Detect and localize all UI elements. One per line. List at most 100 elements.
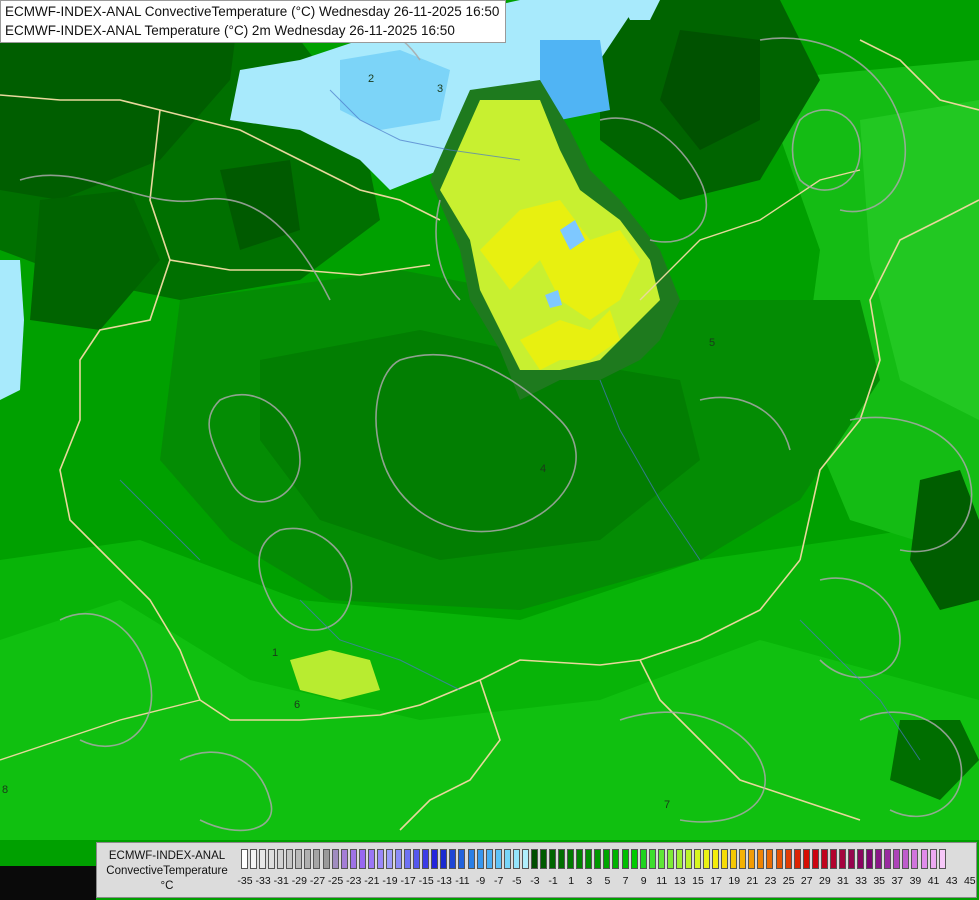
legend-tick-label: -13 (436, 875, 452, 887)
legend-swatch (748, 849, 756, 869)
legend-swatch (512, 849, 520, 869)
legend-tick-label: 33 (855, 875, 867, 887)
map-title-box: ECMWF-INDEX-ANAL ConvectiveTemperature (… (0, 0, 507, 43)
legend-swatch (820, 849, 828, 869)
legend-swatch (929, 849, 937, 869)
legend-swatch (911, 849, 919, 869)
contour-label-5: 5 (709, 337, 715, 349)
legend-swatch (322, 849, 330, 869)
legend-swatch (286, 849, 294, 869)
legend-swatch (367, 849, 375, 869)
legend-tick-label: 7 (622, 875, 629, 887)
legend-tick-label: -9 (475, 875, 486, 887)
legend-tick-label: 31 (837, 875, 849, 887)
legend-swatch (884, 849, 892, 869)
legend-swatch (857, 849, 865, 869)
legend-tick-label: 1 (568, 875, 575, 887)
legend-swatch (467, 849, 475, 869)
legend-swatch (567, 849, 575, 869)
legend-swatch (585, 849, 593, 869)
legend-swatch (304, 849, 312, 869)
legend-tick-label: 27 (800, 875, 813, 887)
legend-tick-label: 21 (746, 875, 759, 887)
legend-tick-label: -5 (512, 875, 522, 887)
legend-tick-label: -7 (494, 875, 504, 887)
legend-swatch (938, 849, 946, 869)
legend-swatch (621, 849, 629, 869)
contour-label-3: 3 (437, 83, 443, 95)
legend-swatch (313, 849, 321, 869)
legend-tick-label: 41 (927, 875, 940, 887)
legend-swatch (358, 849, 366, 869)
legend-swatch (431, 849, 439, 869)
legend-swatch (440, 849, 448, 869)
legend-swatch (703, 849, 711, 869)
legend-swatch (476, 849, 484, 869)
weather-map-view: 2 3 4 5 6 7 8 1 ECMWF-INDEX-ANAL Convect… (0, 0, 979, 900)
legend-swatch (875, 849, 883, 869)
legend-swatch (603, 849, 611, 869)
legend-tick-label: -15 (418, 875, 434, 887)
legend-swatch (775, 849, 783, 869)
legend-tick-label: 13 (674, 875, 686, 887)
legend-swatch (694, 849, 701, 869)
legend-swatch (349, 849, 357, 869)
legend-swatch (268, 849, 276, 869)
legend-tick-label: 25 (782, 875, 795, 887)
legend-tick-label: -35 (237, 875, 253, 887)
legend-swatch (549, 849, 557, 869)
legend-tick-label: 45 (963, 875, 976, 887)
legend-swatch (866, 849, 874, 869)
legend-tick-label: 3 (586, 875, 593, 887)
legend-swatch (838, 849, 846, 869)
legend-tick-label: -3 (530, 875, 540, 887)
contour-label-2: 2 (368, 73, 374, 85)
legend-tick-label: -21 (364, 875, 380, 887)
legend-swatch (449, 849, 457, 869)
title-convective-temperature: ECMWF-INDEX-ANAL ConvectiveTemperature (… (5, 4, 500, 19)
legend-swatch (530, 849, 538, 869)
legend-swatch (920, 849, 928, 869)
legend-swatch (576, 849, 584, 869)
legend-swatch (404, 849, 412, 869)
legend-swatch (250, 849, 258, 869)
legend-tick-label: 11 (656, 875, 668, 887)
legend-swatch (539, 849, 547, 869)
legend-tick-label: 17 (710, 875, 722, 887)
legend-tick-label: -31 (273, 875, 289, 887)
legend-tick-label: 5 (604, 875, 611, 887)
legend-swatch (684, 849, 692, 869)
legend-swatch (521, 849, 529, 869)
legend-tick-label: 15 (692, 875, 704, 887)
legend-swatch (277, 849, 285, 869)
legend-swatch (784, 849, 792, 869)
legend-swatch (241, 849, 248, 869)
legend-swatch (766, 849, 774, 869)
legend-tick-label: 29 (818, 875, 831, 887)
legend-tick-label: -19 (382, 875, 398, 887)
legend-swatch (259, 849, 267, 869)
contour-label-1: 1 (272, 647, 278, 659)
legend-tick-label: 43 (945, 875, 958, 887)
contour-label-4: 4 (540, 463, 546, 475)
legend-swatch (485, 849, 493, 869)
legend-tick-label: -27 (309, 875, 326, 887)
legend-swatch (829, 849, 837, 869)
legend-swatch (721, 849, 729, 869)
legend-swatch (739, 849, 747, 869)
legend-swatch (340, 849, 348, 869)
legend-unit-label: °C (160, 880, 174, 892)
legend-swatch (594, 849, 602, 869)
legend-swatch (893, 849, 901, 869)
legend-swatch (458, 849, 466, 869)
legend-swatch (802, 849, 810, 869)
legend-swatch (422, 849, 430, 869)
convective-temperature-map: 2 3 4 5 6 7 8 1 (0, 0, 979, 900)
color-legend: ECMWF-INDEX-ANAL ConvectiveTemperature °… (96, 842, 977, 898)
legend-swatch (902, 849, 910, 869)
contour-label-7: 7 (664, 799, 670, 811)
legend-source-label: ECMWF-INDEX-ANAL (108, 850, 226, 862)
legend-swatch (757, 849, 765, 869)
legend-tick-label: 35 (873, 875, 886, 887)
legend-swatch (630, 849, 638, 869)
